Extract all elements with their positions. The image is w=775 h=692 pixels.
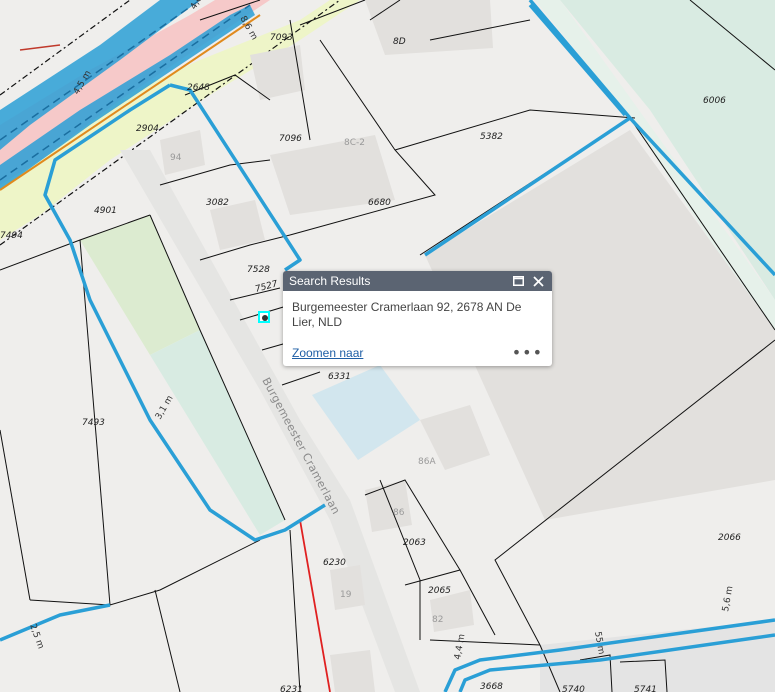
parcel-label: 6231 — [280, 685, 303, 692]
parcel-label: 2063 — [403, 538, 426, 548]
parcel-label: 3668 — [480, 682, 503, 692]
parcel-label: 82 — [432, 615, 443, 625]
parcel-label: 6331 — [328, 372, 351, 382]
parcel-label: 2648 — [187, 83, 210, 93]
parcel-label: 94 — [170, 153, 182, 163]
parcel-label: 8C-2 — [344, 138, 365, 148]
search-results-popup: Search Results Burgemeester Cramerlaan 9… — [283, 271, 552, 366]
parcel-label: 6680 — [368, 198, 391, 208]
parcel-label: 7528 — [247, 265, 270, 275]
building-8d — [365, 0, 493, 55]
parcel-label: 2065 — [428, 586, 451, 596]
zoom-to-link[interactable]: Zoomen naar — [292, 346, 363, 360]
parcel-label: 4901 — [94, 206, 117, 216]
popup-footer: Zoomen naar ••• — [292, 345, 543, 361]
parcel-label: 6230 — [323, 558, 346, 568]
parcel-label: 7093 — [270, 33, 293, 43]
parcel-label: 5382 — [480, 132, 503, 142]
parcel-label: 6006 — [703, 96, 726, 106]
location-dot — [262, 315, 268, 321]
parcel-label: 5741 — [634, 685, 657, 692]
location-marker[interactable] — [258, 311, 270, 323]
parcel-label: 7096 — [279, 134, 302, 144]
popup-header: Search Results — [283, 271, 552, 291]
building-19 — [330, 565, 365, 610]
building-lower — [330, 650, 375, 692]
parcel-label: 7493 — [82, 418, 105, 428]
more-options-icon[interactable]: ••• — [512, 345, 543, 361]
parcel-label: 7494 — [0, 231, 23, 241]
popup-title: Search Results — [289, 274, 371, 288]
maximize-icon[interactable] — [510, 273, 526, 289]
parcel-label: 3082 — [206, 198, 229, 208]
popup-address: Burgemeester Cramerlaan 92, 2678 AN De L… — [292, 300, 522, 329]
parcel-label: 2904 — [136, 124, 159, 134]
close-icon[interactable] — [530, 273, 546, 289]
parcel-label: 19 — [340, 590, 352, 600]
parcel-label: 86 — [393, 508, 405, 518]
parcel-label: 86A — [418, 457, 436, 467]
parcel-label: 5740 — [562, 685, 585, 692]
parcel-label: 8D — [393, 37, 406, 47]
parcel-label: 2066 — [718, 533, 741, 543]
